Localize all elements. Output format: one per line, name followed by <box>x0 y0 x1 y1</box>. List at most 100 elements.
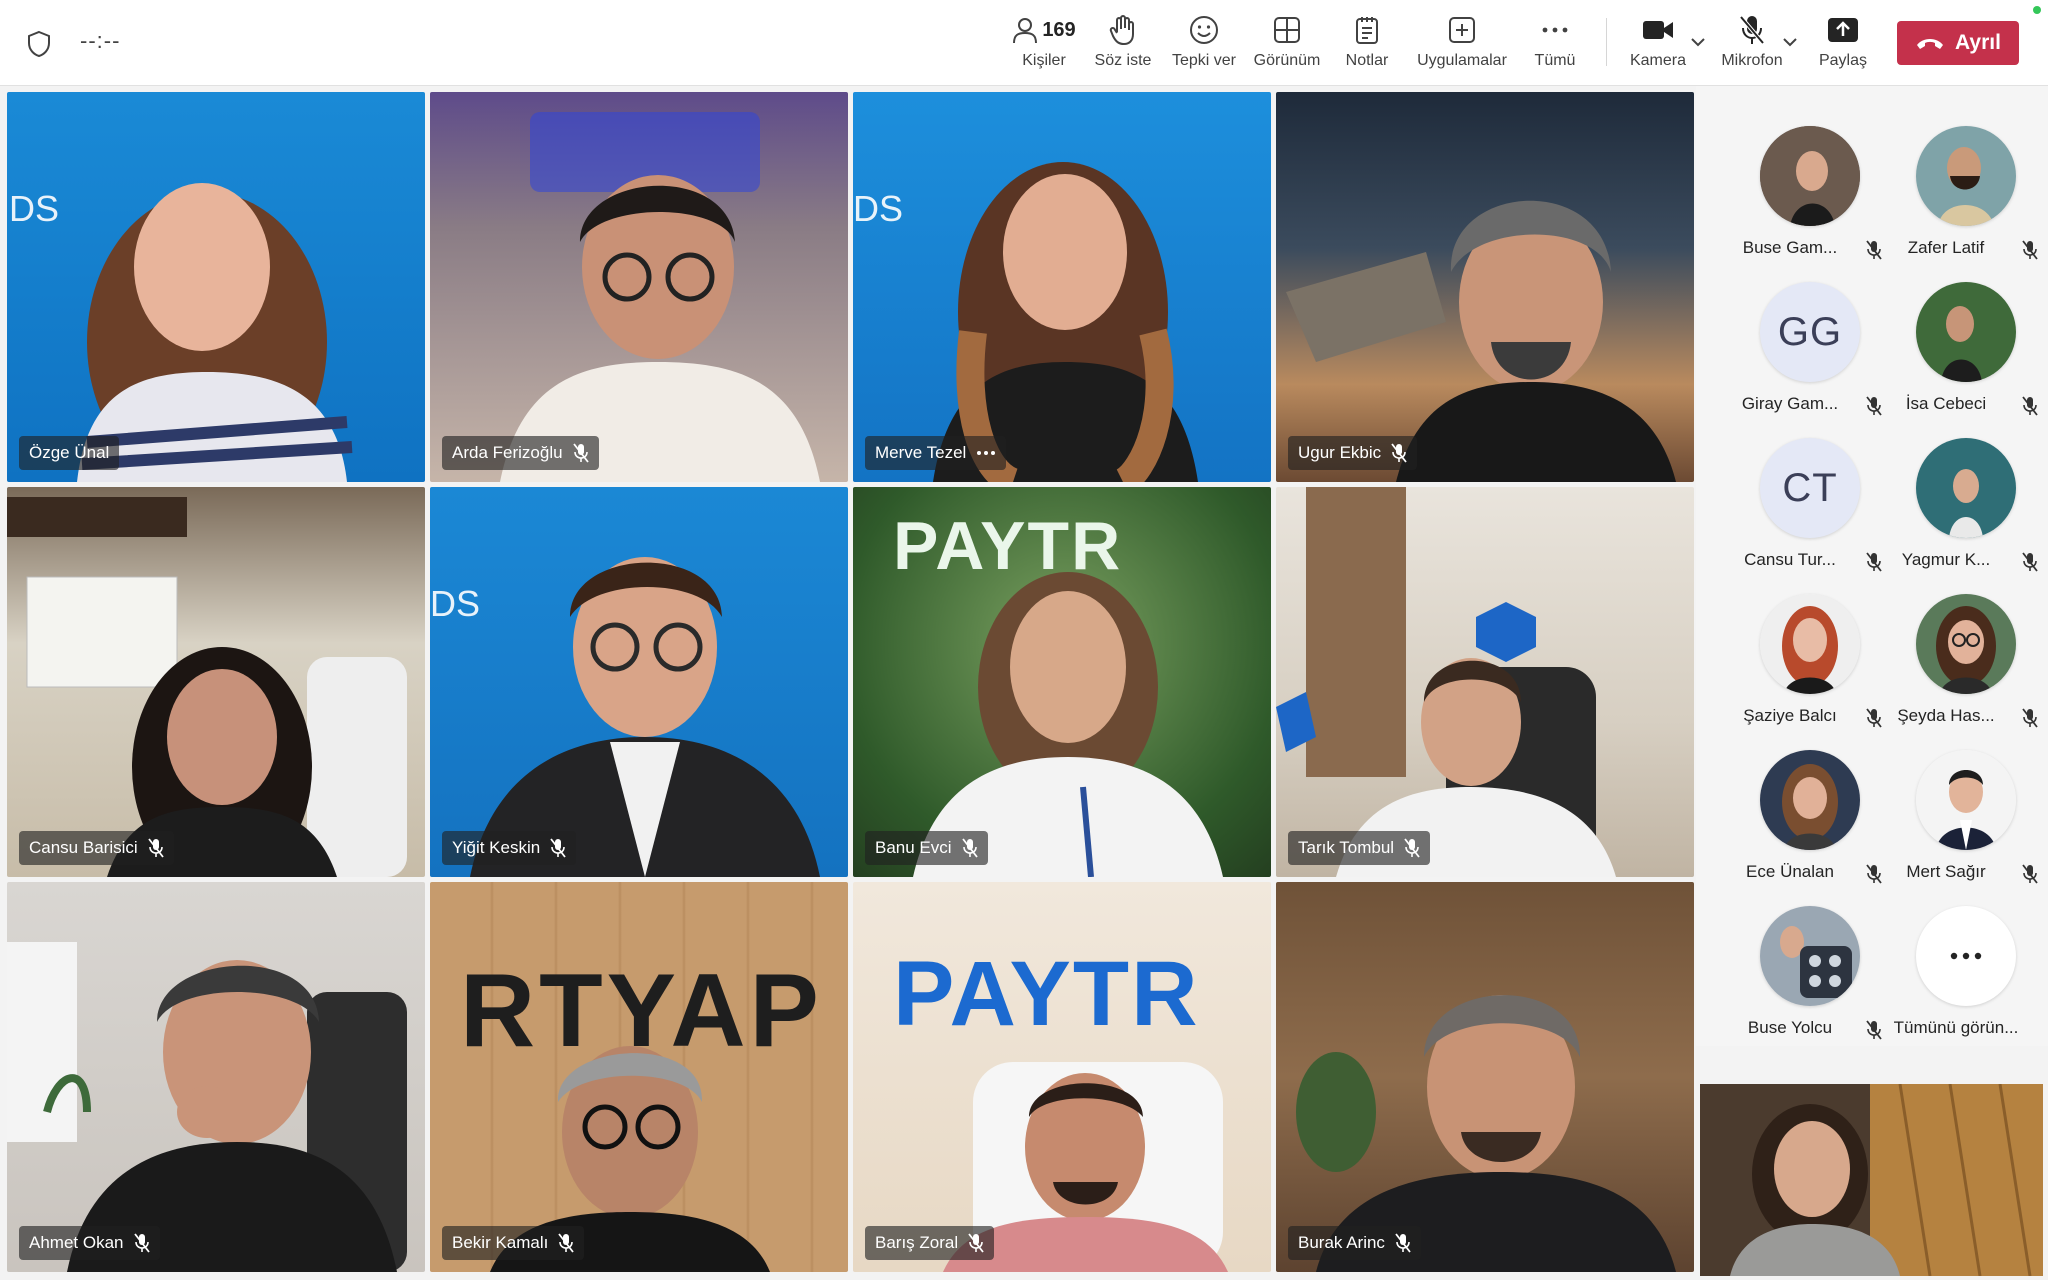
participant-video <box>7 942 407 1272</box>
more-label: Tümü <box>1534 52 1576 69</box>
mic-muted-icon <box>558 1233 575 1253</box>
share-icon <box>1828 18 1858 42</box>
participant-video <box>943 1062 1228 1272</box>
participant-card[interactable]: Şeyda Has... <box>1876 594 2038 744</box>
toolbar-divider <box>1606 18 1607 66</box>
smiley-icon <box>1190 16 1218 44</box>
participant-card[interactable]: İsa Cebeci <box>1876 282 2038 432</box>
video-tile[interactable]: RTYAP Bekir Kamalı <box>430 882 848 1272</box>
mic-muted-icon <box>2022 708 2038 728</box>
participant-card[interactable]: GG Giray Gam... <box>1720 282 1882 432</box>
participant-name: Cansu Tur... <box>1744 550 1836 569</box>
see-all-label: Tümünü görün... <box>1893 1018 2019 1037</box>
video-tile[interactable]: Arda Ferizoğlu <box>430 92 848 482</box>
video-tile[interactable]: Ahmet Okan <box>7 882 425 1272</box>
raise-hand-button[interactable]: Söz iste <box>1090 12 1156 78</box>
participant-nametag: Tarık Tombul <box>1288 831 1431 865</box>
participant-video <box>913 572 1223 877</box>
participant-video <box>933 162 1198 482</box>
participant-name: Ugur Ekbic <box>1298 443 1382 462</box>
participant-video <box>1286 200 1676 482</box>
avatar-initials: GG <box>1777 309 1843 354</box>
participant-name: Şeyda Has... <box>1897 706 1995 725</box>
shield-icon[interactable] <box>26 30 52 58</box>
participant-nametag: Banu Evci <box>865 831 988 865</box>
participant-card[interactable]: Mert Sağır <box>1876 750 2038 900</box>
more-button[interactable]: Tümü <box>1530 12 1580 78</box>
video-tile[interactable]: PAYTR Banu Evci <box>853 487 1271 877</box>
self-view-image <box>1700 1084 2043 1276</box>
participant-video <box>1276 487 1616 877</box>
video-tile[interactable]: PAYTR Barış Zoral <box>853 882 1271 1272</box>
participant-video <box>490 1046 770 1272</box>
avatar <box>1916 282 2016 382</box>
mic-muted-icon <box>147 838 164 858</box>
camera-button[interactable]: Kamera <box>1626 12 1690 78</box>
participant-name: Tarık Tombul <box>1298 838 1395 857</box>
more-icon <box>1950 952 1982 960</box>
video-tile[interactable]: Cansu Barisici <box>7 487 425 877</box>
mic-muted-icon <box>968 1233 984 1253</box>
video-tile[interactable]: DS Özge Ünal <box>7 92 425 482</box>
camera-icon <box>1643 21 1673 39</box>
avatar: GG <box>1760 282 1860 382</box>
participant-name: Bekir Kamalı <box>452 1233 549 1252</box>
camera-label: Kamera <box>1629 52 1687 69</box>
hang-up-icon <box>1917 39 1944 49</box>
participant-nametag: Merve Tezel <box>865 436 1007 470</box>
participant-nametag: Yiğit Keskin <box>442 831 577 865</box>
see-all-participants-button[interactable]: Tümünü görün... <box>1876 906 2036 1056</box>
participant-nametag: Bekir Kamalı <box>442 1226 585 1260</box>
video-tile[interactable]: Burak Arinc <box>1276 882 1694 1272</box>
mic-muted-icon <box>572 443 589 463</box>
avatar-initials: CT <box>1782 465 1838 510</box>
more-icon <box>1542 27 1568 33</box>
react-button[interactable]: Tepki ver <box>1168 12 1240 78</box>
share-button[interactable]: Paylaş <box>1816 12 1870 78</box>
participant-name: Cansu Barisici <box>29 838 138 857</box>
mic-muted-icon <box>2022 240 2038 260</box>
participant-name: Barış Zoral <box>875 1233 959 1252</box>
participant-name: Özge Ünal <box>29 443 110 462</box>
video-tile[interactable]: DS Yiğit Keskin <box>430 487 848 877</box>
participant-card[interactable]: Şaziye Balcı <box>1720 594 1882 744</box>
participant-card[interactable]: Zafer Latif <box>1876 126 2038 276</box>
more-options-icon[interactable] <box>976 450 996 456</box>
self-view-video[interactable] <box>1700 1084 2043 1276</box>
participant-video <box>500 112 820 482</box>
participant-name: Ece Ünalan <box>1746 862 1834 881</box>
participant-nametag: Ahmet Okan <box>19 1226 160 1260</box>
participant-video <box>7 497 407 877</box>
camera-options-chevron-icon[interactable] <box>1690 36 1706 48</box>
mic-muted-icon <box>1404 838 1420 858</box>
mic-muted-icon <box>1395 1233 1411 1253</box>
people-button[interactable]: 169 Kişiler <box>1012 12 1076 78</box>
participant-nametag: Ugur Ekbic <box>1288 436 1418 470</box>
leave-button[interactable]: Ayrıl <box>1897 21 2019 65</box>
participant-card[interactable]: Buse Gam... <box>1720 126 1882 276</box>
add-app-icon <box>1449 17 1475 43</box>
notes-icon <box>1356 17 1378 44</box>
video-tile[interactable]: Tarık Tombul <box>1276 487 1694 877</box>
participant-nametag: Cansu Barisici <box>19 831 174 865</box>
video-tile[interactable]: DS Merve Tezel <box>853 92 1271 482</box>
mic-button[interactable]: Mikrofon <box>1716 12 1788 78</box>
video-tile[interactable]: Ugur Ekbic <box>1276 92 1694 482</box>
participant-nametag: Barış Zoral <box>865 1226 995 1260</box>
avatar <box>1916 438 2016 538</box>
participant-nametag: Özge Ünal <box>19 436 120 470</box>
participant-nametag: Arda Ferizoğlu <box>442 436 599 470</box>
view-button[interactable]: Görünüm <box>1250 12 1324 78</box>
apps-button[interactable]: Uygulamalar <box>1412 12 1512 78</box>
participant-card[interactable]: Buse Yolcu <box>1720 906 1882 1056</box>
mic-muted-icon <box>2022 396 2038 416</box>
participant-card[interactable]: Ece Ünalan <box>1720 750 1882 900</box>
participant-name: Ahmet Okan <box>29 1233 124 1252</box>
notes-button[interactable]: Notlar <box>1342 12 1392 78</box>
participant-card[interactable]: CT Cansu Tur... <box>1720 438 1882 588</box>
mic-muted-icon <box>1391 443 1407 463</box>
participant-card[interactable]: Yagmur K... <box>1876 438 2038 588</box>
see-all-avatar <box>1916 906 2016 1006</box>
mic-options-chevron-icon[interactable] <box>1782 36 1798 48</box>
avatar: CT <box>1760 438 1860 538</box>
